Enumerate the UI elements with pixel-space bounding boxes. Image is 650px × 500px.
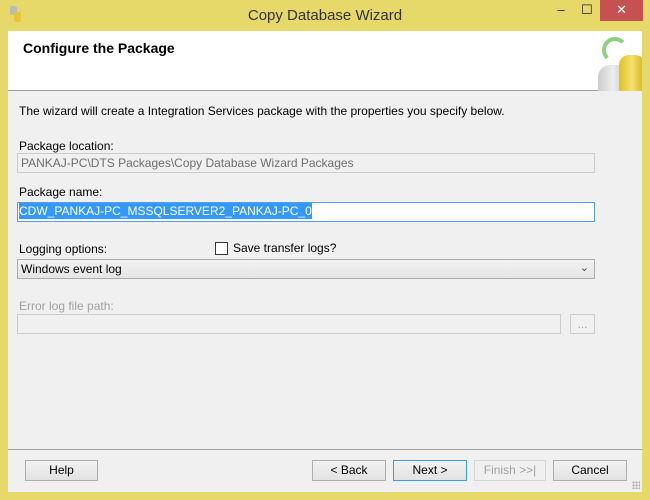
page-title: Configure the Package xyxy=(23,40,175,56)
finish-button: Finish >>| xyxy=(474,460,546,481)
package-location-field: PANKAJ-PC\DTS Packages\Copy Database Wiz… xyxy=(17,153,595,173)
package-name-value: CDW_PANKAJ-PC_MSSQLSERVER2_PANKAJ-PC_0 xyxy=(19,203,312,219)
save-transfer-logs-checkbox[interactable] xyxy=(215,242,228,255)
package-location-label: Package location: xyxy=(19,139,114,153)
browse-button: ... xyxy=(570,314,595,334)
description-text: The wizard will create a Integration Ser… xyxy=(19,104,505,118)
resize-grip-icon[interactable] xyxy=(632,481,640,489)
error-log-path-input xyxy=(17,314,561,334)
help-button[interactable]: Help xyxy=(25,460,98,481)
package-name-label: Package name: xyxy=(19,185,103,199)
maximize-button[interactable]: ☐ xyxy=(574,0,600,21)
database-copy-graphic xyxy=(588,31,642,91)
package-name-input[interactable]: CDW_PANKAJ-PC_MSSQLSERVER2_PANKAJ-PC_0 xyxy=(17,202,595,222)
back-button[interactable]: < Back xyxy=(312,460,386,481)
footer-divider xyxy=(8,449,642,450)
minimize-button[interactable]: ‒ xyxy=(548,0,574,21)
error-log-path-label: Error log file path: xyxy=(19,299,114,313)
page-header: Configure the Package xyxy=(8,31,642,91)
logging-options-label: Logging options: xyxy=(19,242,108,256)
chevron-down-icon: ⌄ xyxy=(579,262,589,274)
wizard-body: Configure the Package The wizard will cr… xyxy=(8,31,642,492)
cancel-button[interactable]: Cancel xyxy=(553,460,627,481)
logging-selected-value: Windows event log xyxy=(21,262,122,276)
logging-options-dropdown[interactable]: Windows event log ⌄ xyxy=(17,259,595,279)
title-bar[interactable]: Copy Database Wizard ‒ ☐ ✕ xyxy=(0,0,650,31)
close-button[interactable]: ✕ xyxy=(600,0,643,21)
next-button[interactable]: Next > xyxy=(393,460,467,481)
save-transfer-logs-label[interactable]: Save transfer logs? xyxy=(233,241,336,255)
